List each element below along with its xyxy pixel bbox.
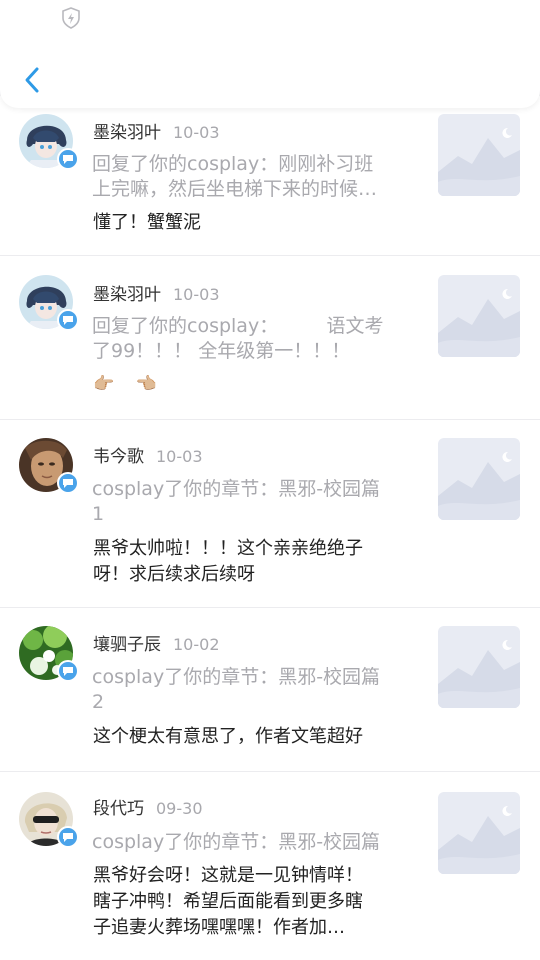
user-name-text[interactable]: 墨染羽叶 — [93, 123, 161, 143]
user-name[interactable]: 段代巧 09-30 — [93, 794, 203, 819]
quote-line: 1 — [92, 503, 105, 525]
post-thumbnail[interactable] — [438, 275, 520, 357]
user-name-text[interactable]: 墨染羽叶 — [93, 285, 161, 305]
quoted-content[interactable]: 回复了你的cosplay：刚刚补习班 上完嘛，然后坐电梯下来的时候… — [92, 152, 408, 202]
comment-date: 10-03 — [173, 285, 220, 304]
comment-badge-icon — [57, 826, 79, 848]
quote-line: 回复了你的cosplay： 语文考 — [92, 315, 384, 337]
user-name[interactable]: 壤驷子辰 10-02 — [93, 630, 220, 655]
quote-line: cosplay了你的章节：黑邪-校园篇 — [92, 666, 381, 688]
comment-badge-icon — [57, 148, 79, 170]
back-button[interactable] — [14, 60, 50, 100]
comment-badge-icon — [57, 660, 79, 682]
comment-text: 👉🏼 👈🏼 — [93, 371, 417, 397]
avatar[interactable] — [19, 626, 79, 682]
chevron-left-icon — [25, 67, 39, 93]
top-bar — [0, 0, 540, 108]
post-thumbnail[interactable] — [438, 114, 520, 196]
quoted-content[interactable]: cosplay了你的章节：黑邪-校园篇 2 — [92, 665, 408, 715]
user-name[interactable]: 墨染羽叶 10-03 — [93, 118, 220, 143]
user-name-text[interactable]: 段代巧 — [93, 799, 144, 819]
quote-line: cosplay了你的章节：黑邪-校园篇 — [92, 478, 381, 500]
notification-list: 墨染羽叶 10-03 回复了你的cosplay：刚刚补习班 上完嘛，然后坐电梯下来… — [0, 96, 540, 960]
quote-line: 上完嘛，然后坐电梯下来的时候… — [92, 178, 378, 200]
avatar[interactable] — [19, 792, 79, 848]
comment-line: 呀！求后续求后续呀 — [93, 564, 255, 585]
list-item[interactable]: 墨染羽叶 10-03 回复了你的cosplay： 语文考 了99！！！ 全年级第一… — [0, 256, 540, 420]
comment-text: 这个梗太有意思了，作者文笔超好 — [93, 724, 417, 750]
quote-line: 了99！！！ 全年级第一！！！ — [92, 340, 351, 362]
avatar[interactable] — [19, 114, 79, 170]
list-item[interactable]: 韦今歌 10-03 cosplay了你的章节：黑邪-校园篇 1 黑爷太帅啦！！！这… — [0, 420, 540, 608]
comment-line: 👉🏼 👈🏼 — [93, 374, 157, 394]
comment-line: 子追妻火葬场嘿嘿嘿！作者加… — [93, 917, 345, 938]
comment-badge-icon — [57, 472, 79, 494]
user-name[interactable]: 墨染羽叶 10-03 — [93, 280, 220, 305]
comment-line: 瞎子冲鸭！希望后面能看到更多瞎 — [93, 891, 363, 912]
comment-date: 10-03 — [173, 123, 220, 142]
comment-line: 黑爷好会呀！这就是一见钟情咩！ — [93, 865, 363, 886]
comment-text: 黑爷好会呀！这就是一见钟情咩！ 瞎子冲鸭！希望后面能看到更多瞎 子追妻火葬场嘿嘿… — [93, 863, 417, 941]
comment-line: 懂了！蟹蟹泥 — [93, 212, 201, 233]
list-item[interactable]: 墨染羽叶 10-03 回复了你的cosplay：刚刚补习班 上完嘛，然后坐电梯下来… — [0, 96, 540, 256]
shield-bolt-icon — [60, 6, 82, 30]
quoted-content[interactable]: cosplay了你的章节：黑邪-校园篇 1 — [92, 477, 408, 527]
quote-line: cosplay了你的章节：黑邪-校园篇 — [92, 831, 381, 853]
list-item[interactable]: 壤驷子辰 10-02 cosplay了你的章节：黑邪-校园篇 2 这个梗太有意思了… — [0, 608, 540, 772]
post-thumbnail[interactable] — [438, 792, 520, 874]
quoted-content[interactable]: cosplay了你的章节：黑邪-校园篇 — [92, 830, 408, 855]
comment-text: 黑爷太帅啦！！！这个亲亲绝绝子 呀！求后续求后续呀 — [93, 536, 417, 588]
comment-text: 懂了！蟹蟹泥 — [93, 210, 417, 236]
post-thumbnail[interactable] — [438, 626, 520, 708]
user-name[interactable]: 韦今歌 10-03 — [93, 442, 203, 467]
quote-line: 回复了你的cosplay：刚刚补习班 — [92, 153, 374, 175]
avatar[interactable] — [19, 438, 79, 494]
comment-line: 这个梗太有意思了，作者文笔超好 — [93, 726, 363, 747]
user-name-text[interactable]: 壤驷子辰 — [93, 635, 161, 655]
list-item[interactable]: 段代巧 09-30 cosplay了你的章节：黑邪-校园篇 黑爷好会呀！这就是一见… — [0, 772, 540, 960]
comment-date: 09-30 — [156, 799, 203, 818]
comment-date: 10-03 — [156, 447, 203, 466]
comment-date: 10-02 — [173, 635, 220, 654]
avatar[interactable] — [19, 275, 79, 331]
quoted-content[interactable]: 回复了你的cosplay： 语文考 了99！！！ 全年级第一！！！ — [92, 314, 408, 364]
comment-badge-icon — [57, 309, 79, 331]
comment-line: 黑爷太帅啦！！！这个亲亲绝绝子 — [93, 538, 363, 559]
quote-line: 2 — [92, 691, 105, 713]
user-name-text[interactable]: 韦今歌 — [93, 447, 144, 467]
post-thumbnail[interactable] — [438, 438, 520, 520]
